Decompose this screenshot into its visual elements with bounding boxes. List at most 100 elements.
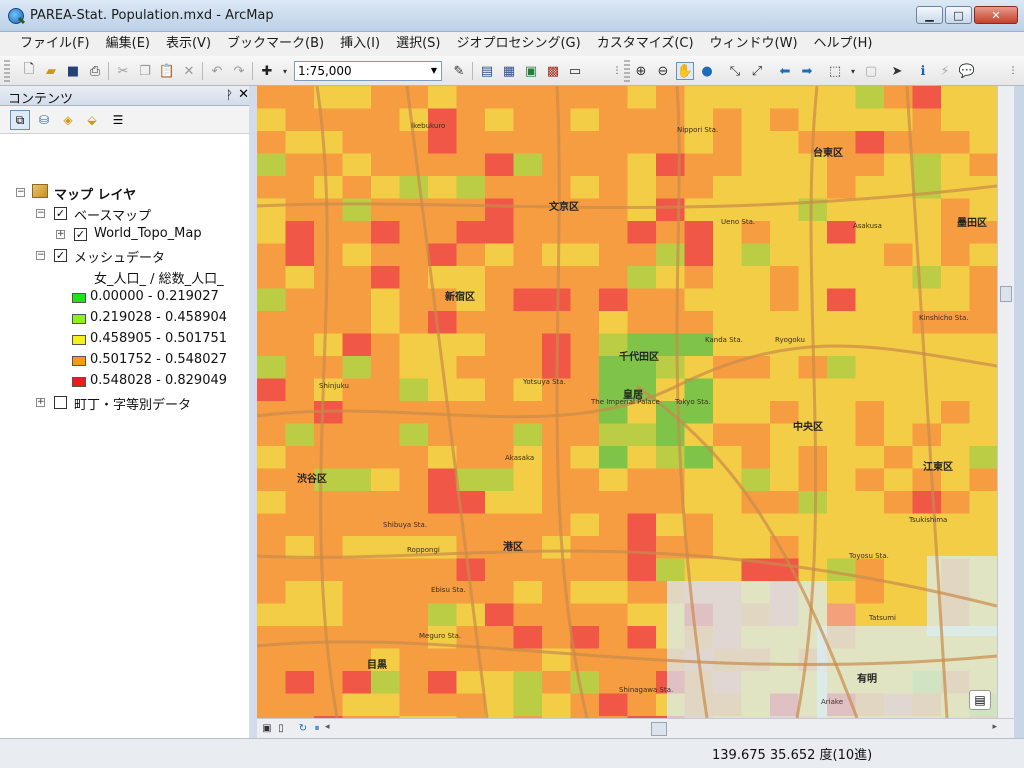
mesh-layer-checkbox[interactable]: ✓ bbox=[54, 249, 67, 262]
map-view[interactable]: 文京区 新宿区 千代田区 台東区 墨田区 渋谷区 港区 中央区 江東区 目黒 有明 皇居 The Imp… bbox=[257, 86, 997, 718]
map-tips-icon[interactable]: ▤ bbox=[969, 690, 991, 710]
panel-splitter[interactable] bbox=[249, 86, 257, 738]
refresh-icon[interactable]: ↻ bbox=[297, 722, 309, 734]
list-by-drawing-order-icon[interactable]: ⧉ bbox=[10, 110, 30, 130]
map-place-label: Tokyo Sta. bbox=[675, 398, 711, 406]
new-document-icon[interactable]: 🗋 bbox=[20, 62, 38, 80]
zoom-out-icon[interactable]: ⊖ bbox=[654, 62, 672, 80]
paste-icon[interactable]: 📋 bbox=[158, 62, 176, 80]
menu-windows[interactable]: ウィンドウ(W) bbox=[702, 32, 806, 56]
search-window-icon[interactable]: ▣ bbox=[522, 62, 540, 80]
cut-icon[interactable]: ✂ bbox=[114, 62, 132, 80]
pause-drawing-icon[interactable]: ⏸ bbox=[311, 722, 323, 734]
close-button[interactable]: ✕ bbox=[974, 6, 1018, 24]
fixed-zoom-in-icon[interactable]: ⤡ bbox=[726, 62, 744, 80]
arcmap-app-icon bbox=[8, 8, 24, 24]
list-by-visibility-icon[interactable]: ◈ bbox=[58, 110, 78, 130]
menu-file[interactable]: ファイル(F) bbox=[12, 32, 98, 56]
identify-icon[interactable]: ℹ bbox=[914, 62, 932, 80]
toc-close-icon[interactable]: ✕ bbox=[238, 87, 249, 102]
pan-hand-icon[interactable]: ✋ bbox=[676, 62, 694, 80]
fixed-zoom-out-icon[interactable]: ⤢ bbox=[748, 62, 766, 80]
collapse-icon[interactable]: − bbox=[16, 188, 25, 197]
delete-icon[interactable]: ✕ bbox=[180, 62, 198, 80]
map-vertical-scrollbar[interactable] bbox=[997, 86, 1014, 718]
vertical-scroll-thumb[interactable] bbox=[1000, 286, 1012, 302]
collapse-icon[interactable]: − bbox=[36, 209, 45, 218]
chevron-down-icon[interactable]: ▼ bbox=[427, 62, 441, 80]
town-layer-label[interactable]: 町丁・字等別データ bbox=[74, 394, 191, 413]
horizontal-scroll-thumb[interactable] bbox=[651, 722, 667, 736]
legend-label-2: 0.219028 - 0.458904 bbox=[90, 310, 228, 325]
expand-icon[interactable]: + bbox=[56, 230, 65, 239]
add-data-dropdown-icon[interactable]: ▾ bbox=[276, 62, 294, 80]
table-of-contents-icon[interactable]: ▤ bbox=[478, 62, 496, 80]
map-bottom-bar: ▣ ▯ ↻ ⏸ ◂ ▸ bbox=[257, 718, 1014, 738]
menu-geoprocessing[interactable]: ジオプロセシング(G) bbox=[448, 32, 588, 56]
print-icon[interactable]: ⎙ bbox=[86, 62, 104, 80]
python-window-icon[interactable]: ▭ bbox=[566, 62, 584, 80]
list-by-selection-icon[interactable]: ⬙ bbox=[82, 110, 102, 130]
undo-icon[interactable]: ↶ bbox=[208, 62, 226, 80]
toolbar-grip[interactable] bbox=[4, 60, 10, 82]
map-place-label: 中央区 bbox=[793, 422, 823, 433]
toolbar-overflow-icon[interactable]: ⋮ bbox=[1004, 62, 1022, 80]
collapse-icon[interactable]: − bbox=[36, 251, 45, 260]
map-place-label: 江東区 bbox=[923, 462, 953, 473]
html-popup-icon[interactable]: 💬 bbox=[958, 62, 976, 80]
full-extent-globe-icon[interactable]: ● bbox=[698, 62, 716, 80]
toolbar-separator bbox=[202, 62, 203, 80]
hyperlink-icon[interactable]: ⚡ bbox=[936, 62, 954, 80]
menu-help[interactable]: ヘルプ(H) bbox=[806, 32, 881, 56]
world-topo-map-checkbox[interactable]: ✓ bbox=[74, 228, 87, 241]
arctoolbox-icon[interactable]: ▩ bbox=[544, 62, 562, 80]
minimize-button[interactable]: ▁ bbox=[916, 6, 943, 24]
save-icon[interactable]: ■ bbox=[64, 62, 82, 80]
town-layer-checkbox[interactable] bbox=[54, 396, 67, 409]
open-folder-icon[interactable]: ▰ bbox=[42, 62, 60, 80]
map-layers-root[interactable]: マップ レイヤ bbox=[54, 184, 136, 203]
menu-bookmarks[interactable]: ブックマーク(B) bbox=[219, 32, 332, 56]
toolbar-grip[interactable] bbox=[624, 60, 630, 82]
map-place-label: Shinagawa Sta. bbox=[619, 686, 674, 694]
scroll-right-icon[interactable]: ▸ bbox=[992, 722, 997, 732]
maximize-button[interactable]: □ bbox=[945, 6, 972, 24]
scroll-left-icon[interactable]: ◂ bbox=[325, 722, 330, 732]
map-scale-combo[interactable]: 1:75,000 ▼ bbox=[294, 61, 442, 81]
back-arrow-icon[interactable]: ⬅ bbox=[776, 62, 794, 80]
map-place-label: The Imperial Palace bbox=[591, 398, 660, 406]
layout-view-icon[interactable]: ▯ bbox=[275, 722, 287, 734]
list-by-source-icon[interactable]: ⛁ bbox=[34, 110, 54, 130]
pin-icon[interactable]: ᚹ bbox=[226, 88, 233, 102]
map-place-label: 有明 bbox=[857, 674, 877, 685]
menu-edit[interactable]: 編集(E) bbox=[98, 32, 158, 56]
toc-toolbar: ⧉ ⛁ ◈ ⬙ ☰ bbox=[0, 106, 255, 134]
zoom-in-icon[interactable]: ⊕ bbox=[632, 62, 650, 80]
redo-icon[interactable]: ↷ bbox=[230, 62, 248, 80]
basemap-group-label[interactable]: ベースマップ bbox=[74, 205, 151, 224]
catalog-icon[interactable]: ▦ bbox=[500, 62, 518, 80]
menu-insert[interactable]: 挿入(I) bbox=[332, 32, 388, 56]
legend-swatch-4 bbox=[72, 356, 86, 366]
select-features-icon[interactable]: ⬚ bbox=[826, 62, 844, 80]
copy-icon[interactable]: ❐ bbox=[136, 62, 154, 80]
title-bar: PAREA-Stat. Population.mxd - ArcMap ▁ □ … bbox=[0, 0, 1024, 32]
add-data-icon[interactable]: ✚ bbox=[258, 62, 276, 80]
basemap-group-checkbox[interactable]: ✓ bbox=[54, 207, 67, 220]
map-place-label: Asakusa bbox=[853, 222, 882, 230]
mesh-layer-label[interactable]: メッシュデータ bbox=[74, 247, 165, 266]
menu-customize[interactable]: カスタマイズ(C) bbox=[589, 32, 702, 56]
menu-view[interactable]: 表示(V) bbox=[158, 32, 219, 56]
map-horizontal-scrollbar[interactable]: ◂ ▸ bbox=[325, 722, 997, 736]
world-topo-map-label[interactable]: World_Topo_Map bbox=[94, 226, 202, 241]
menu-selection[interactable]: 選択(S) bbox=[388, 32, 448, 56]
expand-icon[interactable]: + bbox=[36, 398, 45, 407]
options-icon[interactable]: ☰ bbox=[108, 110, 128, 130]
data-view-icon[interactable]: ▣ bbox=[261, 722, 273, 734]
editor-toolbar-icon[interactable]: ✎ bbox=[450, 62, 468, 80]
clear-selection-icon[interactable]: ▢ bbox=[862, 62, 880, 80]
table-of-contents-panel: コンテンツ ᚹ ✕ ⧉ ⛁ ◈ ⬙ ☰ − マップ レイヤ − ✓ ベースマップ… bbox=[0, 86, 256, 738]
select-elements-arrow-icon[interactable]: ➤ bbox=[888, 62, 906, 80]
select-features-dropdown-icon[interactable]: ▾ bbox=[844, 62, 862, 80]
forward-arrow-icon[interactable]: ➡ bbox=[798, 62, 816, 80]
